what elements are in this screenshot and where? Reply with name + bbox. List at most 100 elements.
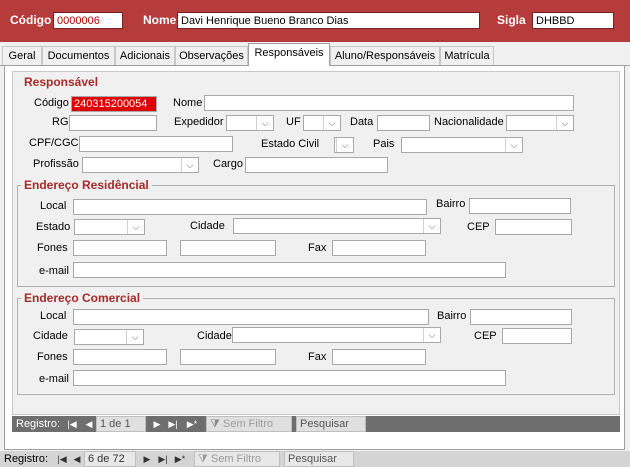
prev-record-icon[interactable]: ◀ bbox=[84, 416, 94, 432]
com-bairro-label: Bairro bbox=[437, 310, 467, 322]
res-fone1-field[interactable] bbox=[73, 240, 167, 256]
outer-search-box[interactable]: Pesquisar bbox=[284, 451, 354, 467]
resp-pais-label: Pais bbox=[373, 138, 395, 150]
com-local-field[interactable] bbox=[73, 309, 429, 325]
res-bairro-label: Bairro bbox=[436, 198, 466, 210]
com-fone2-field[interactable] bbox=[180, 349, 276, 365]
outer-filter-toggle[interactable]: ⧩ Sem Filtro bbox=[194, 451, 280, 467]
resp-rg-label: RG bbox=[52, 116, 69, 128]
chevron-down-icon: ⌵ bbox=[423, 219, 440, 233]
next-record-icon[interactable]: ▶ bbox=[142, 451, 152, 467]
resp-codigo-label: Código bbox=[34, 97, 69, 109]
resp-rg-field[interactable] bbox=[69, 115, 157, 131]
res-fone2-field[interactable] bbox=[180, 240, 276, 256]
resp-nacionalidade-select[interactable]: ⌵ bbox=[506, 115, 574, 131]
chevron-down-icon: ⌵ bbox=[505, 138, 522, 152]
inner-filter-label: Sem Filtro bbox=[222, 418, 273, 430]
endereco-comercial-title: Endereço Comercial bbox=[21, 291, 144, 305]
resp-estado-civil-select[interactable]: ⌵ bbox=[334, 137, 354, 153]
res-bairro-field[interactable] bbox=[469, 198, 571, 214]
com-cidade2-label: Cidade bbox=[197, 330, 232, 342]
responsavel-title: Responsável bbox=[24, 75, 99, 89]
header-sigla-field[interactable]: DHBBD bbox=[532, 12, 614, 29]
first-record-icon[interactable]: |◀ bbox=[56, 451, 68, 467]
resp-estado-civil-label: Estado Civil bbox=[261, 138, 320, 150]
com-fax-field[interactable] bbox=[332, 349, 426, 365]
resp-expedidor-label: Expedidor bbox=[174, 116, 224, 128]
resp-uf-label: UF bbox=[286, 116, 301, 128]
tab-adicionais[interactable]: Adicionais bbox=[115, 46, 175, 65]
res-cidade-select[interactable]: ⌵ bbox=[233, 218, 441, 234]
chevron-down-icon: ⌵ bbox=[423, 328, 440, 342]
resp-nome-field[interactable] bbox=[204, 95, 574, 111]
com-cep-field[interactable] bbox=[502, 328, 572, 344]
com-email-field[interactable] bbox=[73, 370, 506, 386]
resp-uf-select[interactable]: ⌵ bbox=[303, 115, 341, 131]
res-fax-field[interactable] bbox=[332, 240, 426, 256]
chevron-down-icon: ⌵ bbox=[556, 116, 573, 130]
resp-expedidor-select[interactable]: ⌵ bbox=[226, 115, 274, 131]
chevron-down-icon: ⌵ bbox=[256, 116, 273, 130]
res-email-label: e-mail bbox=[39, 265, 69, 277]
res-fax-label: Fax bbox=[308, 242, 327, 254]
res-fones-label: Fones bbox=[37, 242, 68, 254]
inner-nav-position[interactable]: 1 de 1 bbox=[96, 416, 146, 432]
inner-nav-label: Registro: bbox=[16, 418, 61, 430]
com-cidade-label: Cidade bbox=[33, 330, 68, 342]
endereco-residencial-title: Endereço Residêncial bbox=[21, 178, 152, 192]
res-local-label: Local bbox=[40, 200, 67, 212]
res-estado-select[interactable]: ⌵ bbox=[74, 219, 145, 235]
resp-codigo-field[interactable]: 240315200054 bbox=[71, 96, 157, 112]
outer-filter-label: Sem Filtro bbox=[210, 453, 261, 465]
outer-nav-label: Registro: bbox=[4, 453, 49, 465]
resp-cpf-field[interactable] bbox=[79, 136, 233, 152]
new-record-icon[interactable]: ▶* bbox=[184, 416, 200, 432]
first-record-icon[interactable]: |◀ bbox=[66, 416, 78, 432]
last-record-icon[interactable]: ▶| bbox=[156, 451, 170, 467]
resp-pais-select[interactable]: ⌵ bbox=[401, 137, 523, 153]
inner-search-box[interactable]: Pesquisar bbox=[296, 416, 366, 432]
inner-filter-toggle[interactable]: ⧩ Sem Filtro bbox=[206, 416, 292, 432]
com-fax-label: Fax bbox=[308, 351, 327, 363]
res-estado-label: Estado bbox=[36, 221, 71, 233]
resp-cargo-field[interactable] bbox=[245, 157, 388, 173]
header-nome-field[interactable]: Davi Henrique Bueno Branco Dias bbox=[177, 12, 480, 29]
filter-icon: ⧩ bbox=[198, 453, 208, 465]
resp-nacionalidade-label: Nacionalidade bbox=[434, 116, 504, 128]
resp-profissao-select[interactable]: ⌵ bbox=[82, 157, 199, 173]
header-nome-label: Nome bbox=[143, 13, 177, 27]
header-codigo-field[interactable]: 0000006 bbox=[53, 12, 123, 29]
prev-record-icon[interactable]: ◀ bbox=[72, 451, 82, 467]
resp-cargo-label: Cargo bbox=[213, 158, 243, 170]
tab-matricula[interactable]: Matrícula bbox=[440, 46, 494, 65]
chevron-down-icon: ⌵ bbox=[336, 138, 353, 152]
res-email-field[interactable] bbox=[73, 262, 506, 278]
last-record-icon[interactable]: ▶| bbox=[166, 416, 180, 432]
com-cep-label: CEP bbox=[474, 330, 497, 342]
resp-profissao-label: Profissão bbox=[33, 158, 79, 170]
tab-documentos[interactable]: Documentos bbox=[42, 46, 115, 65]
tab-observacoes[interactable]: Observações bbox=[175, 46, 248, 65]
chevron-down-icon: ⌵ bbox=[127, 220, 144, 234]
resp-cpf-label: CPF/CGC bbox=[29, 137, 79, 149]
next-record-icon[interactable]: ▶ bbox=[152, 416, 162, 432]
header-codigo-label: Código bbox=[10, 13, 52, 27]
res-local-field[interactable] bbox=[73, 199, 427, 215]
header-sigla-label: Sigla bbox=[497, 13, 526, 27]
tab-aluno-responsaveis[interactable]: Aluno/Responsáveis bbox=[330, 46, 440, 65]
new-record-icon[interactable]: ▶* bbox=[172, 451, 188, 467]
com-estado-select[interactable]: ⌵ bbox=[74, 329, 144, 345]
tab-geral[interactable]: Geral bbox=[2, 46, 42, 65]
chevron-down-icon: ⌵ bbox=[181, 158, 198, 172]
com-local-label: Local bbox=[40, 310, 67, 322]
com-email-label: e-mail bbox=[39, 373, 69, 385]
resp-nome-label: Nome bbox=[173, 97, 203, 109]
tab-responsaveis[interactable]: Responsáveis bbox=[248, 43, 330, 66]
com-bairro-field[interactable] bbox=[470, 309, 572, 325]
resp-data-field[interactable] bbox=[377, 115, 430, 131]
com-cidade-select[interactable]: ⌵ bbox=[232, 327, 441, 343]
com-fone1-field[interactable] bbox=[73, 349, 167, 365]
outer-nav-position[interactable]: 6 de 72 bbox=[84, 451, 136, 467]
chevron-down-icon: ⌵ bbox=[126, 330, 143, 344]
res-cep-field[interactable] bbox=[495, 219, 572, 235]
